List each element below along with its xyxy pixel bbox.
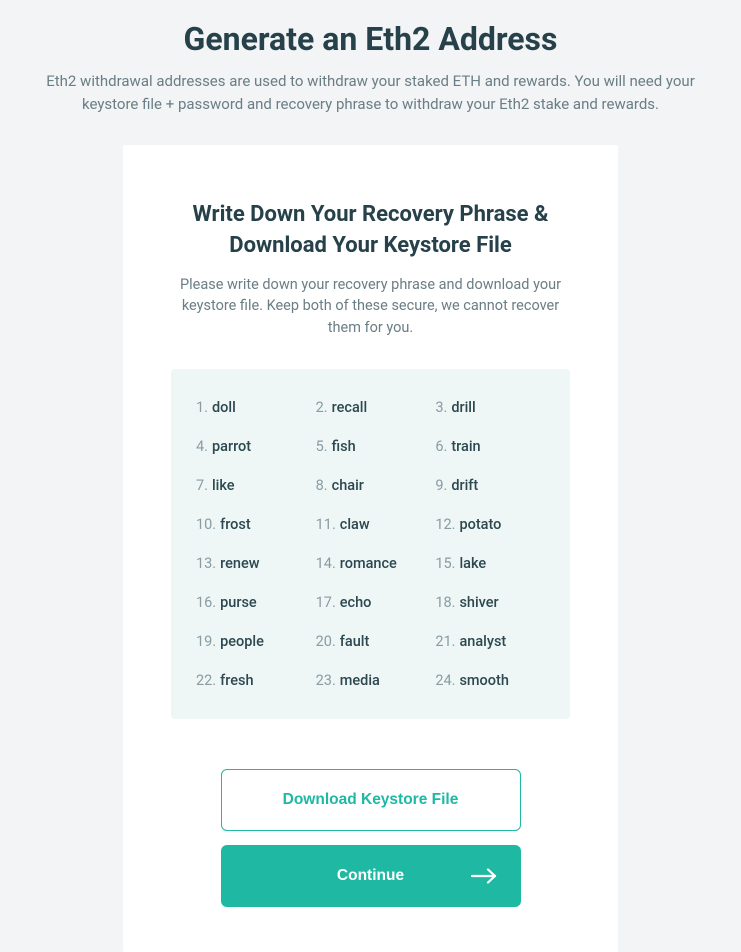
phrase-item: 3.drill: [435, 399, 545, 416]
phrase-number: 5.: [316, 438, 328, 455]
card-title-line1: Write Down Your Recovery Phrase &: [192, 202, 548, 227]
phrase-word: doll: [212, 399, 236, 416]
phrase-word: media: [340, 672, 380, 689]
phrase-item: 10.frost: [196, 516, 306, 533]
phrase-word: lake: [459, 555, 486, 572]
phrase-number: 8.: [316, 477, 328, 494]
phrase-number: 13.: [196, 555, 216, 572]
phrase-item: 6.train: [435, 438, 545, 455]
phrase-word: claw: [340, 516, 370, 533]
phrase-number: 11.: [316, 516, 336, 533]
phrase-word: renew: [220, 555, 259, 572]
phrase-item: 20.fault: [316, 633, 426, 650]
phrase-number: 17.: [316, 594, 336, 611]
phrase-item: 7.like: [196, 477, 306, 494]
phrase-item: 9.drift: [435, 477, 545, 494]
continue-button[interactable]: Continue: [221, 845, 521, 907]
phrase-number: 4.: [196, 438, 208, 455]
phrase-word: fish: [332, 438, 356, 455]
recovery-phrase-box: 1.doll 2.recall 3.drill 4.parrot 5.fish 6.tra…: [171, 369, 570, 719]
phrase-item: 16.purse: [196, 594, 306, 611]
phrase-number: 12.: [435, 516, 455, 533]
phrase-number: 7.: [196, 477, 208, 494]
phrase-number: 18.: [435, 594, 455, 611]
page-title: Generate an Eth2 Address: [0, 20, 741, 58]
continue-label: Continue: [337, 867, 404, 885]
phrase-word: like: [212, 477, 235, 494]
phrase-word: romance: [340, 555, 397, 572]
phrase-item: 21.analyst: [435, 633, 545, 650]
phrase-word: frost: [220, 516, 251, 533]
card-title: Write Down Your Recovery Phrase & Downlo…: [171, 200, 570, 262]
phrase-item: 17.echo: [316, 594, 426, 611]
phrase-word: smooth: [459, 672, 508, 689]
phrase-number: 16.: [196, 594, 216, 611]
phrase-item: 23.media: [316, 672, 426, 689]
phrase-number: 24.: [435, 672, 455, 689]
phrase-item: 11.claw: [316, 516, 426, 533]
phrase-number: 6.: [435, 438, 447, 455]
recovery-phrase-grid: 1.doll 2.recall 3.drill 4.parrot 5.fish 6.tra…: [196, 399, 545, 689]
arrow-right-icon: [471, 868, 497, 884]
phrase-item: 12.potato: [435, 516, 545, 533]
phrase-number: 20.: [316, 633, 336, 650]
phrase-number: 2.: [316, 399, 328, 416]
phrase-item: 8.chair: [316, 477, 426, 494]
phrase-number: 19.: [196, 633, 216, 650]
phrase-word: analyst: [459, 633, 506, 650]
phrase-item: 14.romance: [316, 555, 426, 572]
phrase-item: 24.smooth: [435, 672, 545, 689]
phrase-word: recall: [332, 399, 368, 416]
phrase-word: drift: [451, 477, 478, 494]
phrase-number: 14.: [316, 555, 336, 572]
phrase-number: 21.: [435, 633, 455, 650]
button-container: Download Keystore File Continue: [171, 769, 570, 907]
page-subtitle: Eth2 withdrawal addresses are used to wi…: [21, 70, 721, 115]
phrase-word: fault: [340, 633, 370, 650]
phrase-item: 1.doll: [196, 399, 306, 416]
phrase-item: 2.recall: [316, 399, 426, 416]
phrase-number: 23.: [316, 672, 336, 689]
phrase-number: 22.: [196, 672, 216, 689]
phrase-item: 18.shiver: [435, 594, 545, 611]
phrase-item: 22.fresh: [196, 672, 306, 689]
phrase-number: 15.: [435, 555, 455, 572]
phrase-word: chair: [332, 477, 364, 494]
phrase-item: 5.fish: [316, 438, 426, 455]
phrase-item: 15.lake: [435, 555, 545, 572]
card-title-line2: Download Your Keystore File: [229, 233, 511, 258]
phrase-word: parrot: [212, 438, 251, 455]
phrase-word: people: [220, 633, 264, 650]
download-keystore-label: Download Keystore File: [283, 791, 459, 809]
phrase-number: 1.: [196, 399, 208, 416]
phrase-item: 13.renew: [196, 555, 306, 572]
phrase-word: fresh: [220, 672, 253, 689]
download-keystore-button[interactable]: Download Keystore File: [221, 769, 521, 831]
phrase-item: 4.parrot: [196, 438, 306, 455]
main-card: Write Down Your Recovery Phrase & Downlo…: [123, 145, 618, 952]
phrase-word: potato: [459, 516, 501, 533]
phrase-word: drill: [451, 399, 475, 416]
card-description: Please write down your recovery phrase a…: [171, 274, 570, 339]
phrase-word: shiver: [459, 594, 498, 611]
phrase-word: train: [451, 438, 480, 455]
phrase-number: 3.: [435, 399, 447, 416]
phrase-number: 10.: [196, 516, 216, 533]
phrase-word: echo: [340, 594, 372, 611]
phrase-word: purse: [220, 594, 257, 611]
phrase-number: 9.: [435, 477, 447, 494]
phrase-item: 19.people: [196, 633, 306, 650]
